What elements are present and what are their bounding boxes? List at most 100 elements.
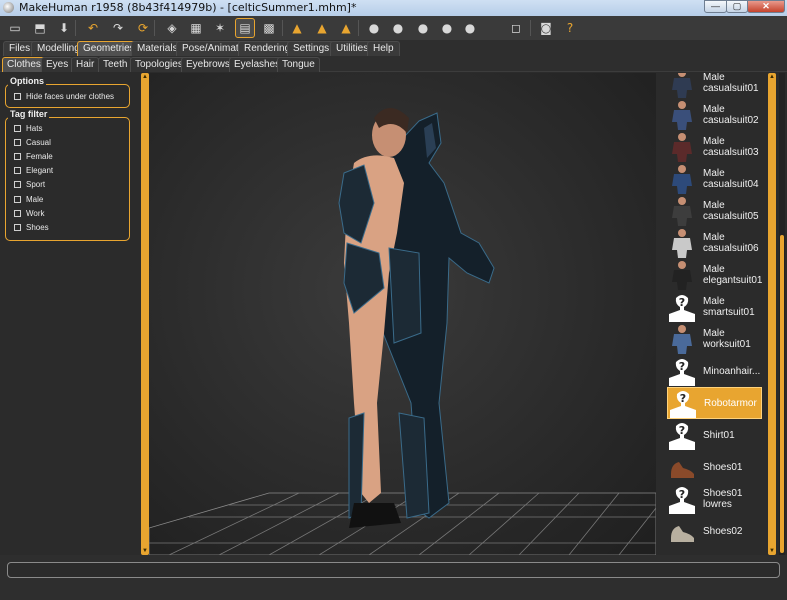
export-icon[interactable]: ⬇: [54, 18, 74, 38]
head-view-icon[interactable]: ●: [364, 18, 384, 38]
tag-label: Shoes: [26, 222, 49, 232]
tag-female-checkbox[interactable]: Female: [14, 150, 53, 162]
list-item[interactable]: Male casualsuit03: [667, 131, 762, 163]
list-item[interactable]: Male casualsuit06: [667, 227, 762, 259]
3d-viewport[interactable]: [149, 73, 656, 555]
subtab-eyes[interactable]: Eyes: [41, 57, 74, 72]
toolbar-separator: [75, 20, 76, 36]
list-item[interactable]: Male casualsuit01: [667, 73, 762, 99]
close-button[interactable]: ✕: [747, 0, 785, 13]
save-icon[interactable]: ⬒: [30, 18, 50, 38]
wireframe-icon[interactable]: ▦: [186, 18, 206, 38]
item-label: Shoes01 lowres: [703, 488, 743, 510]
redo-glyph: ↷: [112, 21, 124, 35]
tag-sport-checkbox[interactable]: Sport: [14, 179, 45, 191]
toolbar: ▭ ⬒ ⬇ ↶ ↷ ⟳ ◈ ▦ ✶ ▤ ▩ ▲ ▲ ▲ ● ● ● ● ● ◻ ◙?: [0, 16, 787, 40]
subtab-clothes[interactable]: Clothes: [2, 57, 46, 72]
reset-camera-icon[interactable]: ◻: [506, 18, 526, 38]
tag-elegant-checkbox[interactable]: Elegant: [14, 165, 53, 177]
tab-settings[interactable]: Settings: [287, 41, 336, 56]
help-icon[interactable]: ?: [560, 18, 580, 38]
list-item[interactable]: ? Robotarmor: [667, 387, 762, 419]
reset-glyph: ⟳: [137, 21, 149, 35]
list-item[interactable]: Male worksuit01: [667, 323, 762, 355]
scroll-down-icon[interactable]: ▼: [141, 547, 149, 555]
scroll-down-icon[interactable]: ▼: [768, 547, 776, 555]
suit-thumbnail: [667, 132, 697, 162]
tag-work-checkbox[interactable]: Work: [14, 207, 45, 219]
item-label: Shoes02: [703, 525, 743, 537]
scroll-up-icon[interactable]: ▲: [768, 73, 776, 81]
app-icon: [3, 2, 14, 13]
item-label: Male casualsuit05: [703, 200, 759, 222]
body-view-glyph: ●: [392, 21, 404, 35]
scroll-up-icon[interactable]: ▲: [141, 73, 149, 81]
item-label: Shoes01: [703, 461, 743, 473]
subtab-eyebrows[interactable]: Eyebrows: [181, 57, 235, 72]
subtab-topologies[interactable]: Topologies: [130, 57, 188, 72]
left-panel-scrollbar[interactable]: ▲ ▼: [141, 73, 149, 555]
list-item[interactable]: Male casualsuit05: [667, 195, 762, 227]
bottom-view-icon[interactable]: ●: [460, 18, 480, 38]
clothes-list-scrollbar[interactable]: [779, 73, 785, 555]
tag-label: Work: [26, 208, 45, 218]
texture-icon[interactable]: ▩: [259, 18, 279, 38]
bottom-view-glyph: ●: [464, 21, 476, 35]
list-item[interactable]: ? Male smartsuit01: [667, 291, 762, 323]
subtab-teeth[interactable]: Teeth: [98, 57, 133, 72]
subtab-tongue[interactable]: Tongue: [277, 57, 320, 72]
pose-icon[interactable]: ✶: [210, 18, 230, 38]
checkbox-box: [14, 124, 21, 132]
list-item[interactable]: Shoes03: [667, 547, 762, 555]
svg-text:?: ?: [679, 360, 685, 373]
back-view-icon[interactable]: ●: [413, 18, 433, 38]
list-item[interactable]: Male casualsuit02: [667, 99, 762, 131]
tab-help[interactable]: Help: [367, 41, 400, 56]
redo-icon[interactable]: ↷: [108, 18, 128, 38]
list-item[interactable]: Male elegantsuit01: [667, 259, 763, 291]
file-new-icon[interactable]: ▭: [5, 18, 25, 38]
grid-icon[interactable]: ▤: [235, 18, 255, 38]
suit-thumbnail: [667, 324, 697, 354]
body-view-icon[interactable]: ●: [388, 18, 408, 38]
maximize-button[interactable]: ▢: [726, 0, 748, 13]
list-item[interactable]: Shoes01: [667, 451, 762, 483]
notfound-thumbnail: ?: [667, 292, 697, 322]
item-label: Male casualsuit01: [703, 73, 759, 94]
tag-filter-title: Tag filter: [8, 109, 50, 119]
tag-hats-checkbox[interactable]: Hats: [14, 122, 42, 134]
hide-faces-checkbox[interactable]: Hide faces under clothes: [14, 90, 114, 102]
toolbar-separator: [358, 20, 359, 36]
tag-label: Female: [26, 151, 53, 161]
side-right-icon[interactable]: ▲: [336, 18, 356, 38]
pose-glyph: ✶: [214, 21, 226, 35]
smooth-icon[interactable]: ◈: [162, 18, 182, 38]
list-item[interactable]: Male casualsuit04: [667, 163, 762, 195]
front-view-icon[interactable]: ▲: [287, 18, 307, 38]
list-item[interactable]: Shoes02: [667, 515, 762, 547]
file-new-glyph: ▭: [9, 21, 21, 35]
right-panel-scrollbar[interactable]: ▲ ▼: [768, 73, 776, 555]
reset-camera-glyph: ◻: [511, 21, 521, 35]
tag-casual-checkbox[interactable]: Casual: [14, 136, 51, 148]
reset-icon[interactable]: ⟳: [133, 18, 153, 38]
checkbox-box: [14, 223, 21, 231]
undo-icon[interactable]: ↶: [83, 18, 103, 38]
list-item[interactable]: ? Shirt01: [667, 419, 762, 451]
minimize-button[interactable]: —: [704, 0, 727, 13]
list-item[interactable]: ? Minoanhair...: [667, 355, 762, 387]
top-view-icon[interactable]: ●: [437, 18, 457, 38]
subtab-hair[interactable]: Hair: [71, 57, 100, 72]
help-glyph: ?: [566, 21, 574, 35]
checkbox-box: [14, 209, 21, 217]
item-label: Male casualsuit03: [703, 136, 759, 158]
screenshot-icon[interactable]: ◙: [536, 18, 556, 38]
side-left-icon[interactable]: ▲: [312, 18, 332, 38]
toolbar-separator: [282, 20, 283, 36]
scrollbar-thumb[interactable]: [780, 235, 784, 553]
list-item[interactable]: ? Shoes01 lowres: [667, 483, 762, 515]
tag-male-checkbox[interactable]: Male: [14, 193, 43, 205]
clothes-list-panel: Male casualsuit01 Male casualsuit02 Male c…: [659, 73, 768, 555]
tag-shoes-checkbox[interactable]: Shoes: [14, 221, 49, 233]
side-left-glyph: ▲: [317, 21, 327, 35]
